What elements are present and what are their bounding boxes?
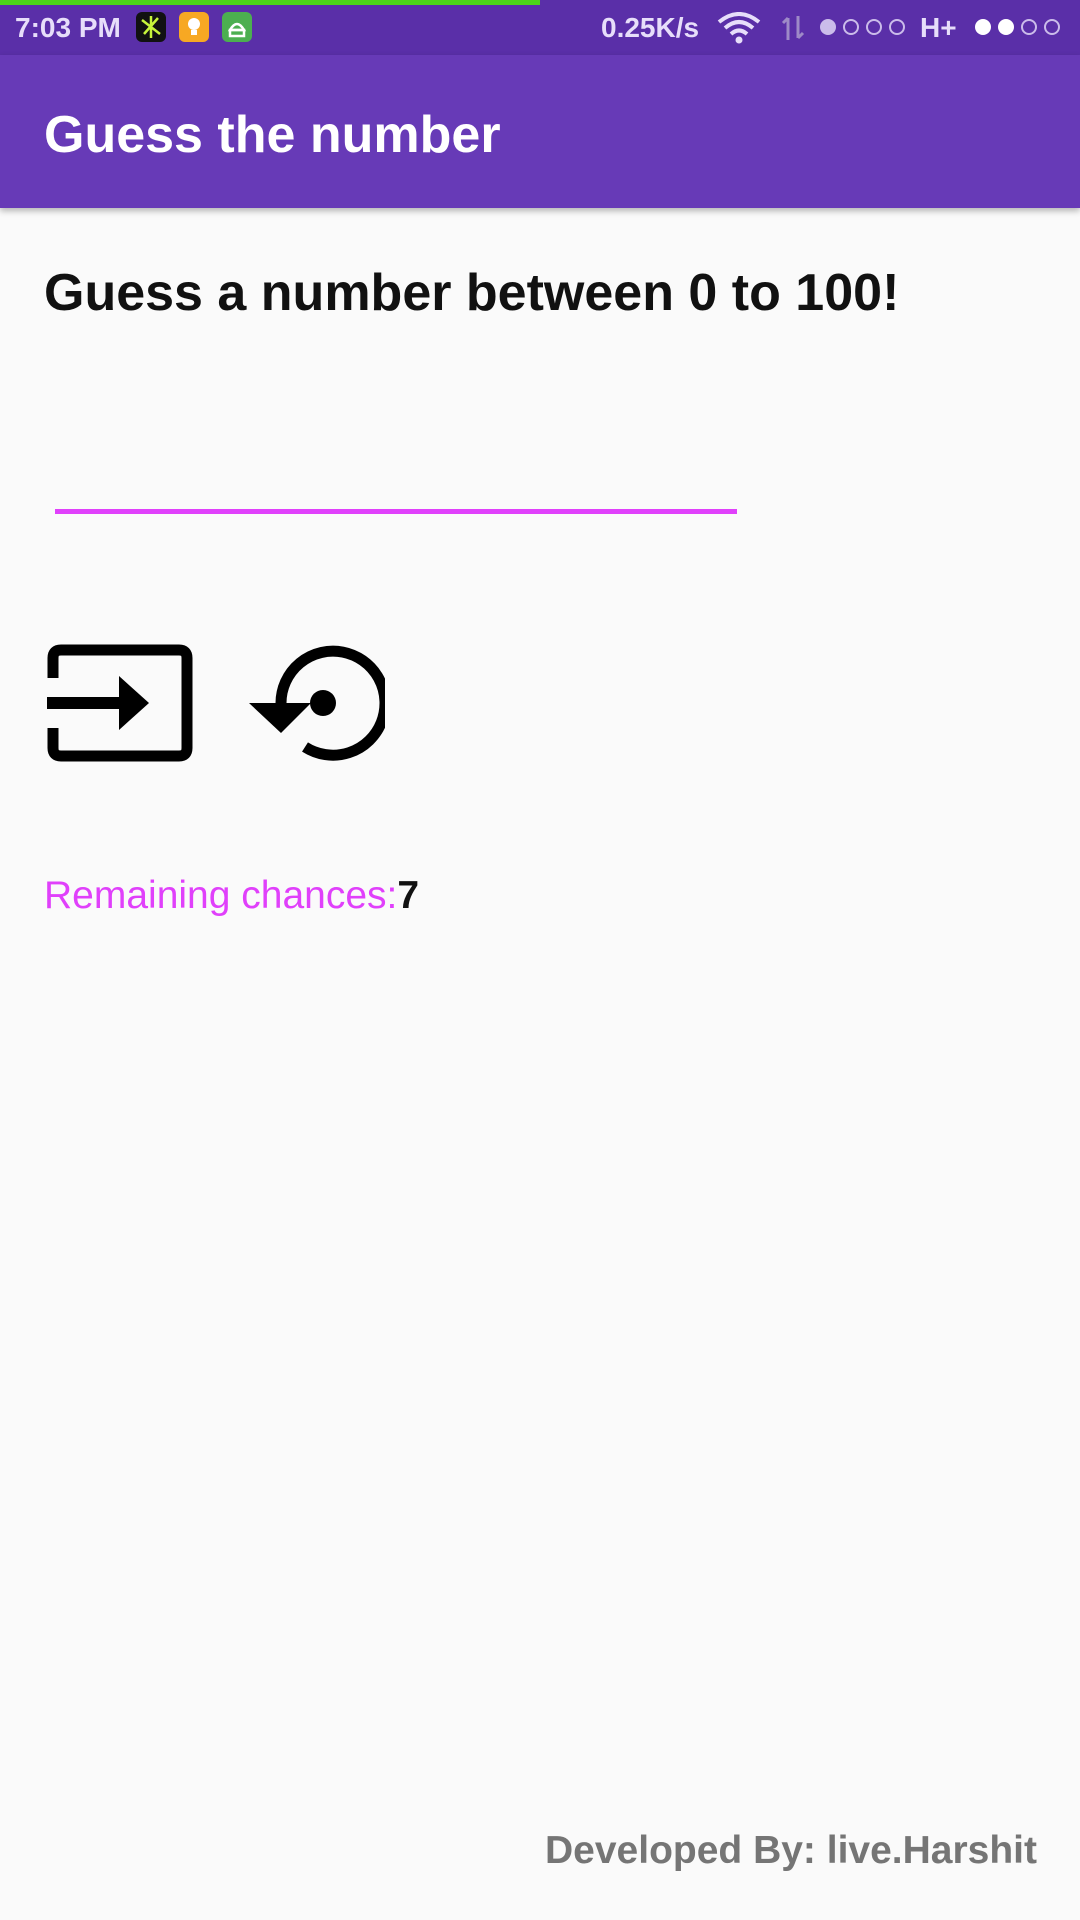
guess-input[interactable]: [55, 440, 737, 514]
status-time: 7:03 PM: [15, 12, 121, 43]
app-bar: Guess the number: [0, 55, 1080, 208]
remaining-chances-value: 7: [397, 874, 420, 917]
loading-progress-line: [0, 0, 540, 5]
network-speed: 0.25K/s: [601, 12, 700, 43]
lightbulb-icon: [179, 12, 209, 42]
input-icon: [47, 644, 193, 767]
signal-dot: [820, 19, 836, 35]
remaining-chances-label: Remaining chances:: [44, 874, 398, 917]
signal-dot: [975, 19, 991, 35]
status-bar: 7:03 PM 0.25K/s H+: [0, 0, 1080, 55]
signal-dot: [1021, 19, 1037, 35]
signal-dot: [866, 19, 882, 35]
android-icon: [222, 12, 252, 42]
app-icon-1: [136, 12, 166, 42]
signal-dot: [889, 19, 905, 35]
restore-icon: [245, 641, 391, 770]
network-type: H+: [920, 12, 957, 43]
wifi-icon: [716, 12, 762, 49]
signal-dot: [1044, 19, 1060, 35]
developer-credit: Developed By: live.Harshit: [545, 1829, 1037, 1872]
data-arrows-icon: [780, 14, 806, 47]
restart-game-button[interactable]: [240, 640, 391, 770]
signal-dot: [998, 19, 1014, 35]
submit-guess-button[interactable]: [45, 640, 195, 770]
signal-dot: [843, 19, 859, 35]
app-title: Guess the number: [44, 106, 501, 164]
remaining-chances: Remaining chances:7: [44, 874, 419, 918]
instruction-heading: Guess a number between 0 to 100!: [44, 264, 900, 322]
